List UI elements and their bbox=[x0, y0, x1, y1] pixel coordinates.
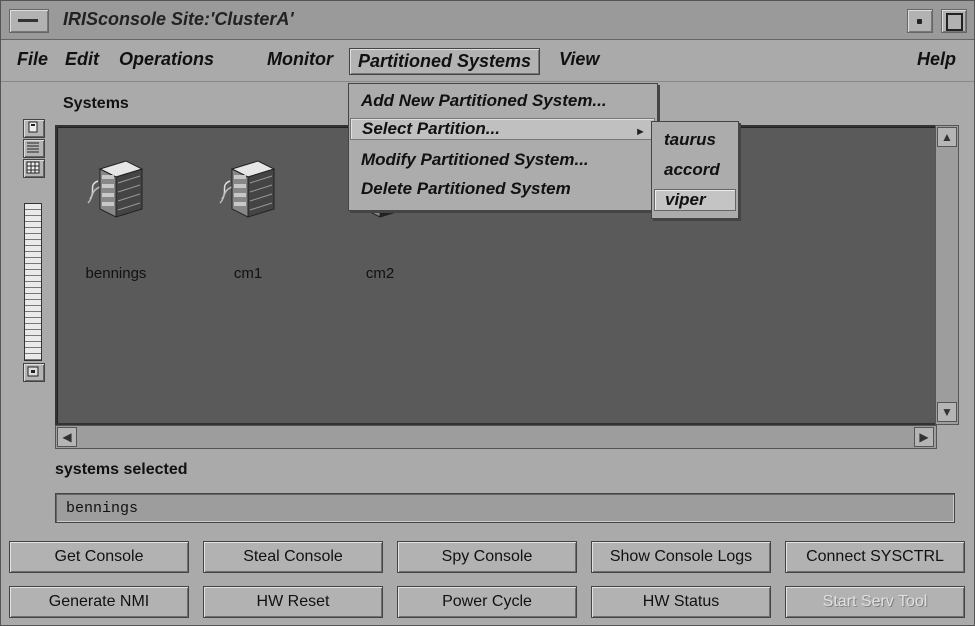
generate-nmi-button[interactable]: Generate NMI bbox=[9, 586, 189, 618]
vertical-scrollbar[interactable]: ▲ ▼ bbox=[935, 125, 959, 425]
systems-label: Systems bbox=[63, 95, 129, 112]
button-row-2: Generate NMI HW Reset Power Cycle HW Sta… bbox=[9, 586, 967, 620]
partition-viper[interactable]: viper bbox=[654, 189, 736, 211]
menu-view[interactable]: View bbox=[559, 49, 599, 70]
system-label: cm2 bbox=[365, 265, 395, 282]
menu-edit[interactable]: Edit bbox=[65, 49, 99, 70]
submenu-arrow-icon: ► bbox=[635, 126, 646, 138]
systems-selected-label: systems selected bbox=[55, 461, 188, 478]
menu-monitor[interactable]: Monitor bbox=[267, 49, 333, 70]
menu-operations[interactable]: Operations bbox=[119, 49, 214, 70]
menu-select-partition[interactable]: Select Partition... bbox=[350, 118, 655, 140]
arrow-up-icon[interactable]: ▲ bbox=[937, 127, 957, 147]
start-serv-tool-button: Start Serv Tool bbox=[785, 586, 965, 618]
server-icon bbox=[87, 160, 144, 218]
icon-view-icon[interactable] bbox=[23, 119, 45, 138]
hw-status-button[interactable]: HW Status bbox=[591, 586, 771, 618]
partition-accord[interactable]: accord bbox=[664, 160, 720, 180]
window-title: IRISconsole Site:'ClusterA' bbox=[63, 9, 294, 29]
button-row-1: Get Console Steal Console Spy Console Sh… bbox=[9, 541, 967, 575]
show-console-logs-button[interactable]: Show Console Logs bbox=[591, 541, 771, 573]
menu-file[interactable]: File bbox=[17, 49, 48, 70]
list-view-icon[interactable] bbox=[23, 139, 45, 158]
menu-partitioned-systems[interactable]: Partitioned Systems bbox=[349, 48, 541, 75]
view-tools bbox=[23, 119, 49, 382]
partitioned-systems-menu: Add New Partitioned System... Select Par… bbox=[348, 83, 658, 211]
menu-delete-partitioned-system[interactable]: Delete Partitioned System bbox=[361, 179, 571, 199]
arrow-left-icon[interactable]: ◀ bbox=[57, 427, 77, 447]
system-label: cm1 bbox=[233, 265, 263, 282]
power-cycle-button[interactable]: Power Cycle bbox=[397, 586, 577, 618]
iris-console-window: IRISconsole Site:'ClusterA' File Edit Op… bbox=[0, 0, 975, 626]
spy-console-button[interactable]: Spy Console bbox=[397, 541, 577, 573]
system-icon-cm1[interactable]: cm1 bbox=[203, 157, 293, 282]
connect-sysctrl-button[interactable]: Connect SYSCTRL bbox=[785, 541, 965, 573]
select-partition-submenu: taurus accord viper bbox=[651, 121, 739, 219]
detail-view-icon[interactable] bbox=[23, 159, 45, 178]
slider-reset-icon[interactable] bbox=[23, 363, 45, 382]
icon-size-slider[interactable] bbox=[24, 203, 42, 361]
partition-taurus[interactable]: taurus bbox=[664, 130, 716, 150]
steal-console-button[interactable]: Steal Console bbox=[203, 541, 383, 573]
title-bar[interactable]: IRISconsole Site:'ClusterA' bbox=[1, 1, 974, 40]
menu-modify-partitioned-system[interactable]: Modify Partitioned System... bbox=[361, 150, 589, 170]
server-icon bbox=[219, 160, 276, 218]
menu-help[interactable]: Help bbox=[917, 49, 956, 70]
menu-add-new-partitioned-system[interactable]: Add New Partitioned System... bbox=[361, 91, 607, 111]
minimize-icon[interactable] bbox=[907, 9, 933, 33]
get-console-button[interactable]: Get Console bbox=[9, 541, 189, 573]
arrow-down-icon[interactable]: ▼ bbox=[937, 402, 957, 422]
arrow-right-icon[interactable]: ▶ bbox=[914, 427, 934, 447]
window-menu-icon[interactable] bbox=[9, 9, 49, 33]
systems-selected-field[interactable]: bennings bbox=[55, 493, 955, 523]
system-label: bennings bbox=[85, 265, 147, 282]
maximize-icon[interactable] bbox=[941, 9, 967, 33]
system-icon-bennings[interactable]: bennings bbox=[71, 157, 161, 282]
menu-bar: File Edit Operations Monitor Partitioned… bbox=[1, 41, 974, 82]
horizontal-scrollbar[interactable]: ◀ ▶ bbox=[55, 425, 937, 449]
hw-reset-button[interactable]: HW Reset bbox=[203, 586, 383, 618]
